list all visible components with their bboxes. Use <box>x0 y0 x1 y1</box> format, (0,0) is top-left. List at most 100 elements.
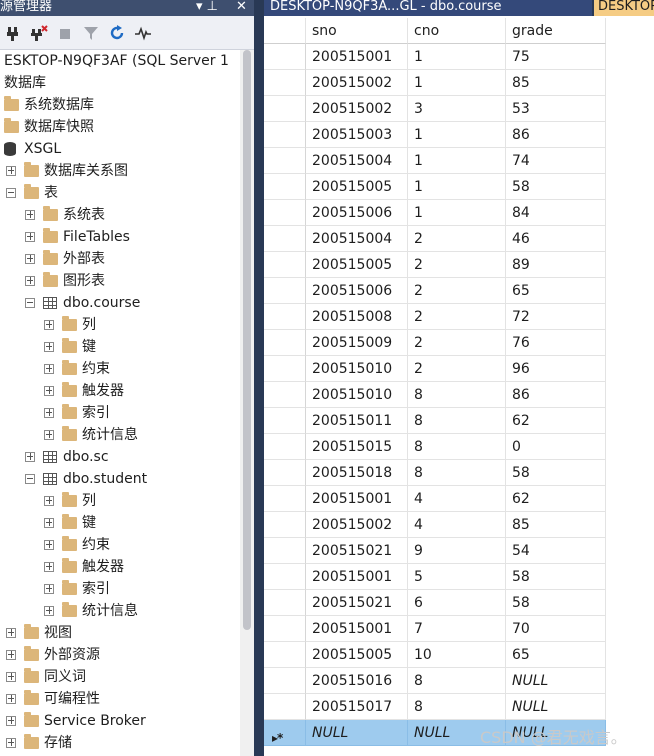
cell-grade[interactable]: 85 <box>506 512 606 538</box>
cell-grade[interactable]: NULL <box>506 694 606 720</box>
row-selector[interactable] <box>264 382 306 408</box>
cell-sno[interactable]: 200515016 <box>306 668 408 694</box>
table-row[interactable]: 200515011 8 62 <box>264 408 606 434</box>
cell-sno[interactable]: 200515002 <box>306 512 408 538</box>
cell-grade[interactable]: 46 <box>506 226 606 252</box>
table-row[interactable]: 200515005 2 89 <box>264 252 606 278</box>
cell-sno[interactable]: 200515017 <box>306 694 408 720</box>
row-selector[interactable] <box>264 668 306 694</box>
cell-sno[interactable]: 200515015 <box>306 434 408 460</box>
tree-node[interactable]: 约束 <box>0 534 240 556</box>
panel-splitter[interactable] <box>254 0 264 756</box>
table-row[interactable]: 200515004 2 46 <box>264 226 606 252</box>
cell-cno[interactable]: 8 <box>408 408 506 434</box>
tree-node[interactable]: Service Broker <box>0 710 240 732</box>
connect-icon[interactable] <box>4 24 22 42</box>
expand-icon[interactable] <box>44 408 54 418</box>
table-row[interactable]: 200515005 10 65 <box>264 642 606 668</box>
column-header-cno[interactable]: cno <box>408 18 506 44</box>
expand-icon[interactable] <box>44 342 54 352</box>
table-row[interactable]: 200515001 7 70 <box>264 616 606 642</box>
cell-cno[interactable]: 3 <box>408 96 506 122</box>
row-selector[interactable] <box>264 226 306 252</box>
row-selector-header[interactable] <box>264 18 306 44</box>
scrollbar-thumb[interactable] <box>243 50 251 630</box>
new-cell-sno[interactable]: NULL <box>306 720 408 746</box>
cell-grade[interactable]: 76 <box>506 330 606 356</box>
cell-grade[interactable]: 75 <box>506 44 606 70</box>
expand-icon[interactable] <box>44 606 54 616</box>
table-row[interactable]: 200515017 8 NULL <box>264 694 606 720</box>
cell-sno[interactable]: 200515008 <box>306 304 408 330</box>
cell-cno[interactable]: 9 <box>408 538 506 564</box>
tree-node[interactable]: 外部资源 <box>0 644 240 666</box>
cell-grade[interactable]: 65 <box>506 642 606 668</box>
row-selector[interactable] <box>264 616 306 642</box>
tree-node[interactable]: 同义词 <box>0 666 240 688</box>
tree-node[interactable]: 数据库快照 <box>0 116 240 138</box>
expand-icon[interactable] <box>6 672 16 682</box>
cell-sno[interactable]: 200515010 <box>306 382 408 408</box>
expand-icon[interactable] <box>44 320 54 330</box>
expand-icon[interactable] <box>44 430 54 440</box>
cell-grade[interactable]: 62 <box>506 408 606 434</box>
tab-desktop[interactable]: DESKTOP <box>594 0 654 16</box>
cell-cno[interactable]: 2 <box>408 226 506 252</box>
table-row[interactable]: 200515002 1 85 <box>264 70 606 96</box>
expand-icon[interactable] <box>6 694 16 704</box>
cell-grade[interactable]: 54 <box>506 538 606 564</box>
cell-grade[interactable]: 74 <box>506 148 606 174</box>
column-header-grade[interactable]: grade <box>506 18 606 44</box>
tree-node[interactable]: 视图 <box>0 622 240 644</box>
row-selector[interactable] <box>264 148 306 174</box>
cell-grade[interactable]: 85 <box>506 70 606 96</box>
tab-dbo-course[interactable]: DESKTOP-N9QF3A...GL - dbo.course <box>264 0 592 16</box>
cell-grade[interactable]: 96 <box>506 356 606 382</box>
row-selector[interactable] <box>264 512 306 538</box>
table-row[interactable]: 200515005 1 58 <box>264 174 606 200</box>
cell-sno[interactable]: 200515005 <box>306 642 408 668</box>
expand-icon[interactable] <box>44 386 54 396</box>
cell-cno[interactable]: 1 <box>408 70 506 96</box>
tree-node[interactable]: dbo.sc <box>0 446 240 468</box>
table-row[interactable]: 200515006 2 65 <box>264 278 606 304</box>
cell-cno[interactable]: 6 <box>408 590 506 616</box>
tree-node[interactable]: XSGL <box>0 138 240 160</box>
row-selector[interactable] <box>264 642 306 668</box>
cell-cno[interactable]: 1 <box>408 148 506 174</box>
cell-cno[interactable]: 8 <box>408 460 506 486</box>
cell-grade[interactable]: 65 <box>506 278 606 304</box>
expand-icon[interactable] <box>6 628 16 638</box>
expand-icon[interactable] <box>25 276 35 286</box>
cell-cno[interactable]: 2 <box>408 252 506 278</box>
cell-grade[interactable]: 58 <box>506 590 606 616</box>
cell-grade[interactable]: 86 <box>506 122 606 148</box>
tree-node[interactable]: 表 <box>0 182 240 204</box>
cell-sno[interactable]: 200515009 <box>306 330 408 356</box>
cell-cno[interactable]: 10 <box>408 642 506 668</box>
cell-sno[interactable]: 200515001 <box>306 486 408 512</box>
cell-sno[interactable]: 200515006 <box>306 200 408 226</box>
filter-icon[interactable] <box>82 24 100 42</box>
collapse-icon[interactable] <box>25 474 35 484</box>
row-selector[interactable] <box>264 486 306 512</box>
cell-grade[interactable]: 0 <box>506 434 606 460</box>
tree-node[interactable]: 系统数据库 <box>0 94 240 116</box>
table-row[interactable]: 200515002 4 85 <box>264 512 606 538</box>
row-selector[interactable] <box>264 122 306 148</box>
cell-cno[interactable]: 4 <box>408 512 506 538</box>
cell-grade[interactable]: 58 <box>506 564 606 590</box>
tree-node[interactable]: 图形表 <box>0 270 240 292</box>
expand-icon[interactable] <box>6 650 16 660</box>
cell-cno[interactable]: 8 <box>408 668 506 694</box>
table-row[interactable]: 200515010 2 96 <box>264 356 606 382</box>
tree-node[interactable]: dbo.student <box>0 468 240 490</box>
expand-icon[interactable] <box>6 166 16 176</box>
cell-cno[interactable]: 8 <box>408 694 506 720</box>
pin-icon[interactable]: ▾ ⊥ <box>196 0 218 14</box>
cell-cno[interactable]: 7 <box>408 616 506 642</box>
table-row[interactable]: 200515001 5 58 <box>264 564 606 590</box>
table-row[interactable]: 200515002 3 53 <box>264 96 606 122</box>
object-explorer-scrollbar[interactable] <box>240 50 254 756</box>
row-selector[interactable] <box>264 434 306 460</box>
